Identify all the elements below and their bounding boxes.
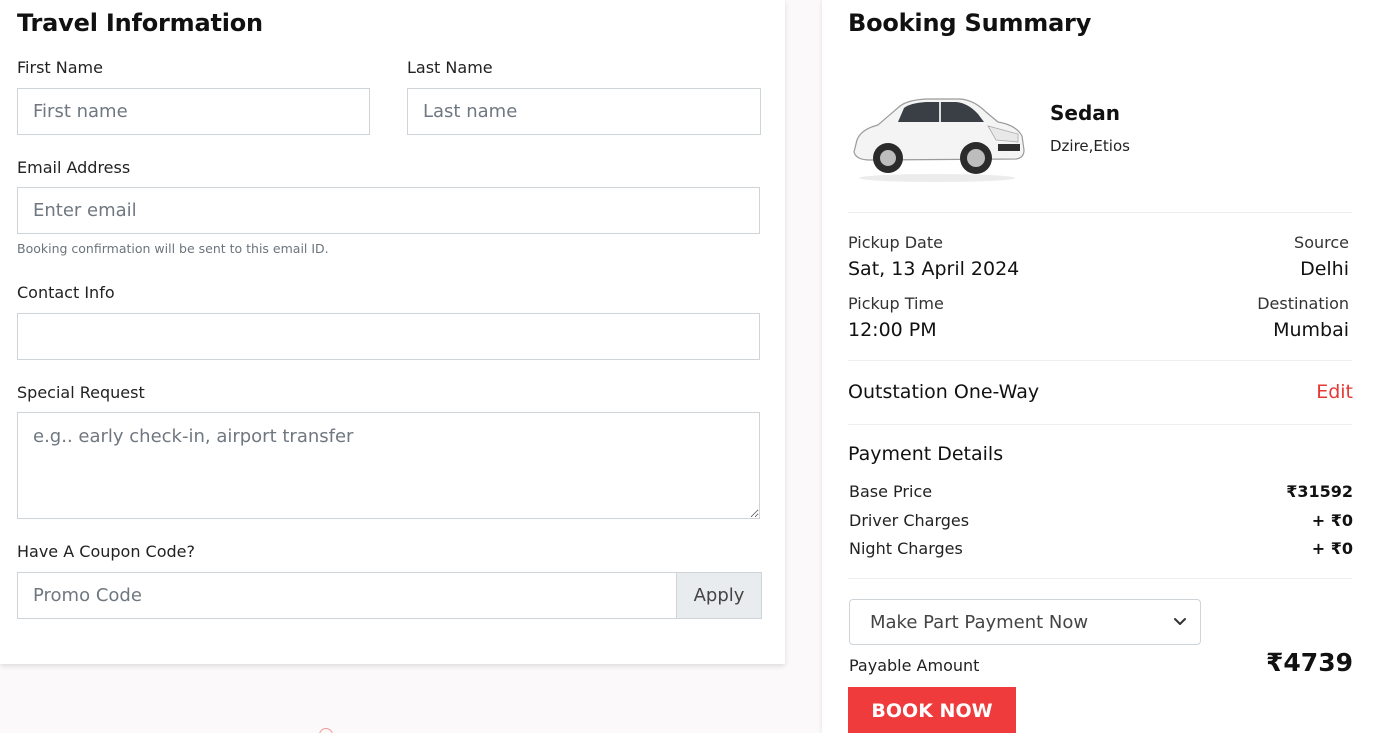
night-charges-value: + ₹0 (1311, 539, 1353, 558)
pickup-time-value: 12:00 PM (848, 319, 937, 341)
trip-type: Outstation One-Way (848, 381, 1040, 403)
source-label: Source (1294, 233, 1349, 252)
base-price-value: ₹31592 (1286, 482, 1353, 501)
loading-indicator-icon (319, 728, 333, 733)
payable-amount-value: ₹4739 (1266, 648, 1353, 677)
apply-coupon-button[interactable]: Apply (676, 572, 762, 619)
coupon-label: Have A Coupon Code? (17, 542, 195, 561)
contact-info-input[interactable] (17, 313, 760, 360)
first-name-input[interactable] (17, 88, 370, 135)
travel-information-title: Travel Information (17, 9, 263, 37)
night-charges-label: Night Charges (849, 539, 963, 558)
divider (848, 212, 1352, 213)
divider (848, 424, 1352, 425)
payment-option-select[interactable]: Make Part Payment Now (849, 599, 1201, 645)
last-name-label: Last Name (407, 58, 493, 77)
driver-charges-value: + ₹0 (1311, 511, 1353, 530)
email-help-text: Booking confirmation will be sent to thi… (17, 241, 329, 256)
source-value: Delhi (1300, 258, 1349, 280)
car-type: Sedan (1050, 101, 1121, 125)
special-request-label: Special Request (17, 383, 145, 402)
contact-info-label: Contact Info (17, 283, 115, 302)
email-input[interactable] (17, 187, 760, 234)
payment-details-title: Payment Details (848, 443, 1004, 465)
divider (848, 360, 1352, 361)
car-image (853, 98, 1025, 182)
pickup-date-value: Sat, 13 April 2024 (848, 258, 1020, 280)
car-models: Dzire,Etios (1050, 137, 1130, 155)
pickup-date-label: Pickup Date (848, 233, 943, 252)
divider (848, 578, 1352, 579)
chevron-down-icon (1174, 618, 1186, 625)
payable-amount-label: Payable Amount (849, 656, 980, 675)
pickup-time-label: Pickup Time (848, 294, 944, 313)
first-name-label: First Name (17, 58, 103, 77)
last-name-input[interactable] (407, 88, 761, 135)
destination-value: Mumbai (1273, 319, 1349, 341)
booking-summary-title: Booking Summary (848, 9, 1092, 37)
special-request-textarea[interactable] (17, 412, 760, 519)
edit-trip-link[interactable]: Edit (1300, 381, 1353, 403)
payment-option-selected: Make Part Payment Now (870, 611, 1089, 633)
base-price-label: Base Price (849, 482, 933, 501)
promo-code-input[interactable] (17, 572, 677, 619)
driver-charges-label: Driver Charges (849, 511, 970, 530)
email-label: Email Address (17, 158, 131, 177)
destination-label: Destination (1257, 294, 1349, 313)
book-now-button[interactable]: BOOK NOW (848, 687, 1016, 733)
